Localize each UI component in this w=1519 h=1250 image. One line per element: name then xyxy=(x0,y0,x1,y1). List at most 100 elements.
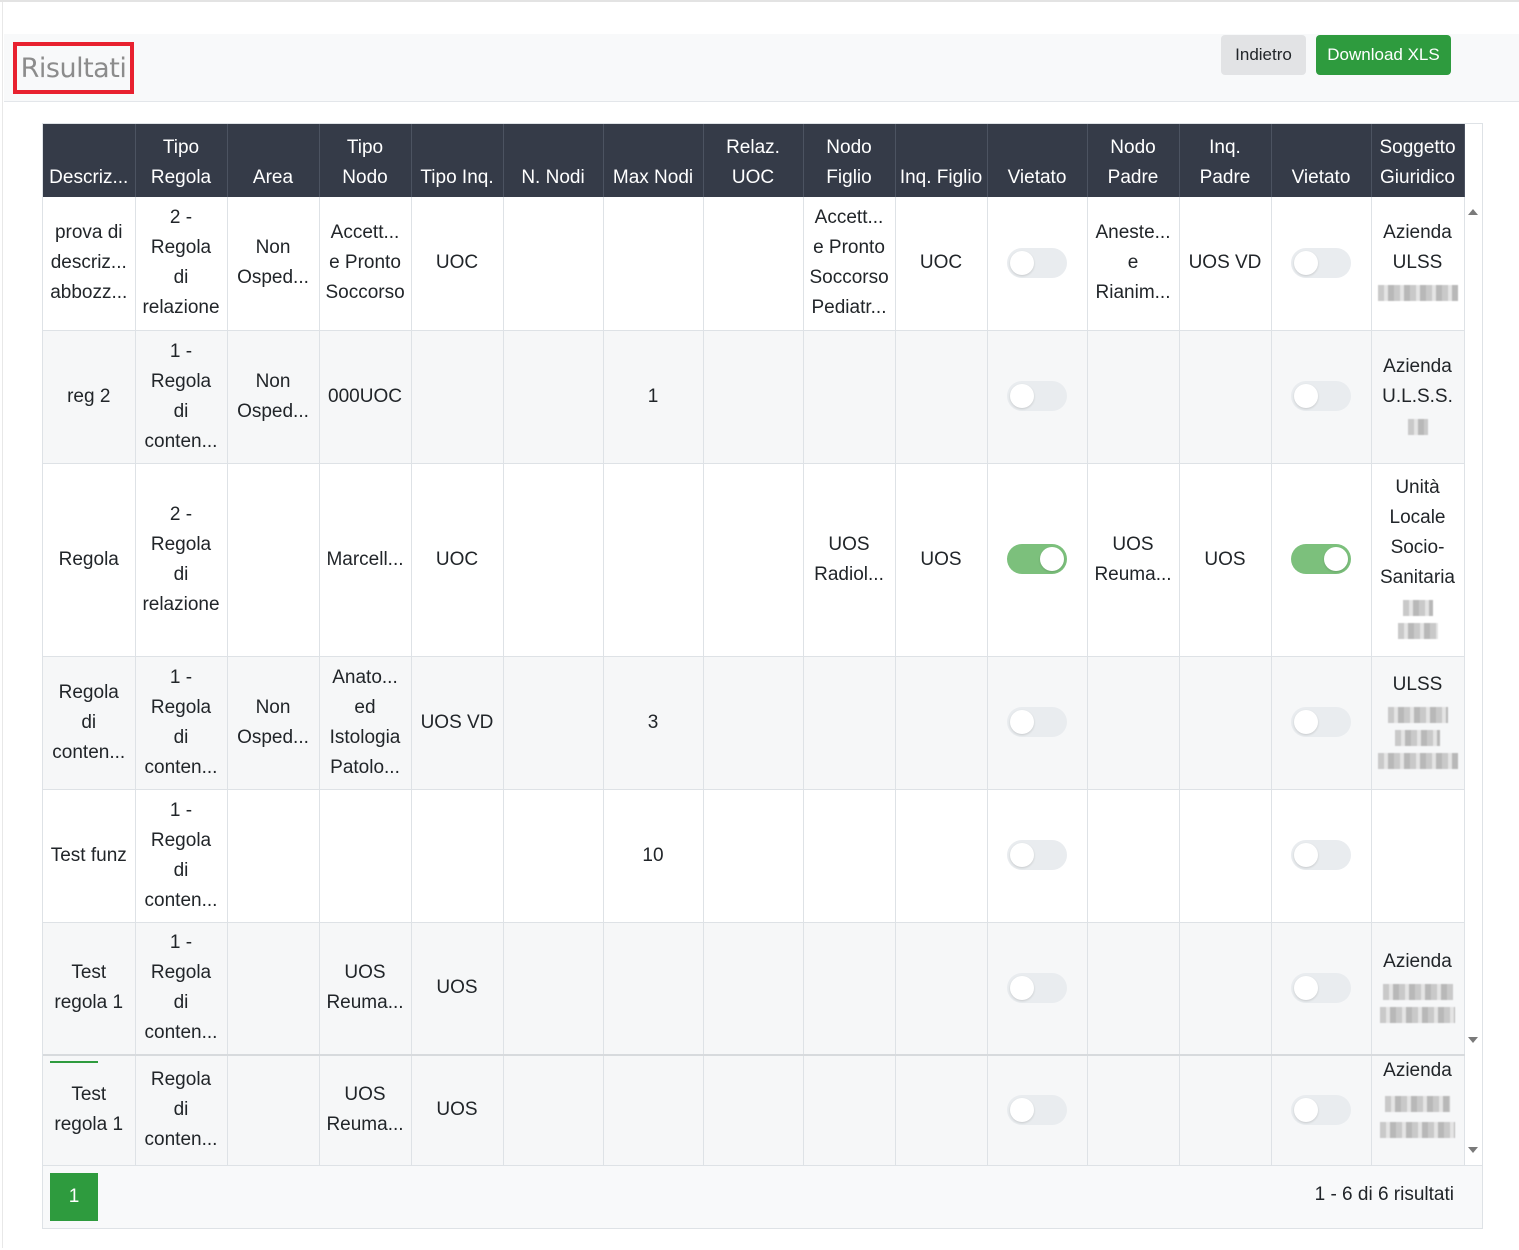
vietato-toggle[interactable] xyxy=(1291,707,1351,738)
vietato-toggle[interactable] xyxy=(1291,544,1351,575)
table-row[interactable]: Regola 2 - Regola di relazione Marcell... U… xyxy=(43,463,1465,657)
cell-text: UOS xyxy=(1204,548,1246,570)
cell-text: Azienda U.L.S.S. xyxy=(1382,355,1453,407)
cell-text: 1 - Regola di conten... xyxy=(144,799,218,911)
redacted-text xyxy=(1380,1122,1455,1138)
vietato-toggle[interactable] xyxy=(1291,840,1351,871)
cell-tipo-nodo xyxy=(319,789,412,923)
vietato-padre-cell xyxy=(1271,197,1372,331)
cell-nodo-padre: Aneste... e Rianim... xyxy=(1087,197,1180,331)
redacted-text xyxy=(1377,752,1458,769)
table-row[interactable]: Test regola 1 1 - Regola di conten... UOS … xyxy=(43,922,1465,1056)
cell-nodo-padre xyxy=(1087,789,1180,923)
cell-tipo-inq: UOS VD xyxy=(411,656,504,790)
column-header-4[interactable]: Tipo Inq. xyxy=(411,124,504,197)
cell-descrizione: Regola di conten... xyxy=(43,656,136,790)
cell-text: Marcell... xyxy=(326,548,404,570)
cell-n-nodi xyxy=(503,789,604,923)
vietato-toggle[interactable] xyxy=(1007,544,1067,575)
column-header-0[interactable]: Descriz... xyxy=(43,124,136,197)
column-header-3[interactable]: Tipo Nodo xyxy=(319,124,412,197)
column-header-12[interactable]: Inq. Padre xyxy=(1179,124,1272,197)
cell-nodo-figlio: Accett... e Pronto Soccorso Pediatr... xyxy=(803,197,896,331)
scroll-down-icon[interactable] xyxy=(1468,1037,1478,1043)
cell-text: 1 - Regola di conten... xyxy=(144,932,218,1044)
vietato-toggle[interactable] xyxy=(1007,248,1067,279)
vietato-toggle[interactable] xyxy=(1291,248,1351,279)
cell-text: Non Osped... xyxy=(237,237,309,289)
cell-nodo-padre: UOS Reuma... xyxy=(1087,463,1180,657)
cell-max-nodi xyxy=(603,1054,704,1166)
cell-area: Non Osped... xyxy=(227,197,320,331)
cell-soggetto xyxy=(1371,789,1465,923)
cell-relaz-uoc xyxy=(703,197,804,331)
cell-tipo-nodo: Accett... e Pronto Soccorso xyxy=(319,197,412,331)
vietato-toggle[interactable] xyxy=(1007,381,1067,412)
cell-n-nodi xyxy=(503,463,604,657)
column-header-7[interactable]: Relaz. UOC xyxy=(703,124,804,197)
cell-tipo-inq: UOC xyxy=(411,197,504,331)
column-header-2[interactable]: Area xyxy=(227,124,320,197)
table-row[interactable]: prova di descriz... abbozz... 2 - Regola … xyxy=(43,197,1465,331)
cell-soggetto: Azienda U.L.S.S. xyxy=(1371,330,1465,464)
cell-nodo-padre xyxy=(1087,656,1180,790)
column-header-13[interactable]: Vietato xyxy=(1271,124,1372,197)
cell-text: Azienda xyxy=(1383,950,1452,972)
column-header-8[interactable]: Nodo Figlio xyxy=(803,124,896,197)
cell-text: 1 - Regola di conten... xyxy=(144,666,218,778)
table-row[interactable]: reg 2 1 - Regola di conten... Non Osped...… xyxy=(43,330,1465,464)
column-header-6[interactable]: Max Nodi xyxy=(603,124,704,197)
column-header-5[interactable]: N. Nodi xyxy=(503,124,604,197)
vietato-toggle[interactable] xyxy=(1007,1095,1067,1126)
cell-area: Non Osped... xyxy=(227,656,320,790)
vietato-toggle[interactable] xyxy=(1007,707,1067,738)
page-1-button[interactable]: 1 xyxy=(50,1173,98,1221)
column-header-14[interactable]: Soggetto Giuridico xyxy=(1371,124,1465,197)
scroll-up-icon[interactable] xyxy=(1468,209,1478,215)
scroll-down-icon-secondary[interactable] xyxy=(1468,1147,1478,1153)
back-button[interactable]: Indietro xyxy=(1221,35,1306,75)
cell-area xyxy=(227,1054,320,1166)
cell-relaz-uoc xyxy=(703,789,804,923)
cell-nodo-figlio xyxy=(803,922,896,1056)
cell-text: Regola di conten... xyxy=(52,681,126,763)
cell-nodo-figlio xyxy=(803,330,896,464)
redacted-text xyxy=(1387,706,1448,723)
download-xls-button[interactable]: Download XLS xyxy=(1316,35,1451,75)
vietato-toggle[interactable] xyxy=(1291,1095,1351,1126)
cell-text: 2 - Regola di relazione xyxy=(142,503,220,615)
cell-inq-padre xyxy=(1179,656,1272,790)
cell-text: Test regola 1 xyxy=(54,962,124,1014)
cell-text: ULSS xyxy=(1392,673,1443,695)
cell-text: UOC xyxy=(919,252,963,274)
table-row[interactable]: Regola di conten... 1 - Regola di conten.… xyxy=(43,656,1465,790)
vietato-padre-cell xyxy=(1271,330,1372,464)
table-row-partial[interactable]: Test regola 1 Regola di conten... UOS Reum… xyxy=(43,1054,1465,1166)
cell-text: Test regola 1 xyxy=(54,1084,124,1136)
cell-text: 1 - Regola di conten... xyxy=(144,340,218,452)
results-table: Descriz... Tipo Regola Area Tipo Nodo Tipo I… xyxy=(43,124,1465,1166)
cell-inq-padre xyxy=(1179,1054,1272,1166)
vietato-padre-cell xyxy=(1271,789,1372,923)
cell-text: UOS Reuma... xyxy=(326,962,404,1014)
redacted-text xyxy=(1380,1006,1455,1023)
column-header-11[interactable]: Nodo Padre xyxy=(1087,124,1180,197)
vietato-toggle[interactable] xyxy=(1291,973,1351,1004)
cell-tipo-inq xyxy=(411,330,504,464)
cell-descrizione: prova di descriz... abbozz... xyxy=(43,197,136,331)
column-header-9[interactable]: Inq. Figlio xyxy=(895,124,988,197)
cell-text: Anato... ed Istologia Patolo... xyxy=(329,666,401,778)
column-header-1[interactable]: Tipo Regola xyxy=(135,124,228,197)
cell-relaz-uoc xyxy=(703,330,804,464)
table-row[interactable]: Test funz 1 - Regola di conten... 10 xyxy=(43,789,1465,923)
cell-text: 2 - Regola di relazione xyxy=(142,207,220,319)
cell-inq-figlio xyxy=(895,1054,988,1166)
cell-area xyxy=(227,789,320,923)
vietato-toggle[interactable] xyxy=(1007,973,1067,1004)
cell-text: Test funz xyxy=(50,844,127,866)
vietato-toggle[interactable] xyxy=(1291,381,1351,412)
cell-text: UOS Reuma... xyxy=(326,1084,404,1136)
vietato-toggle[interactable] xyxy=(1007,840,1067,871)
top-divider xyxy=(0,0,1519,2)
column-header-10[interactable]: Vietato xyxy=(987,124,1088,197)
